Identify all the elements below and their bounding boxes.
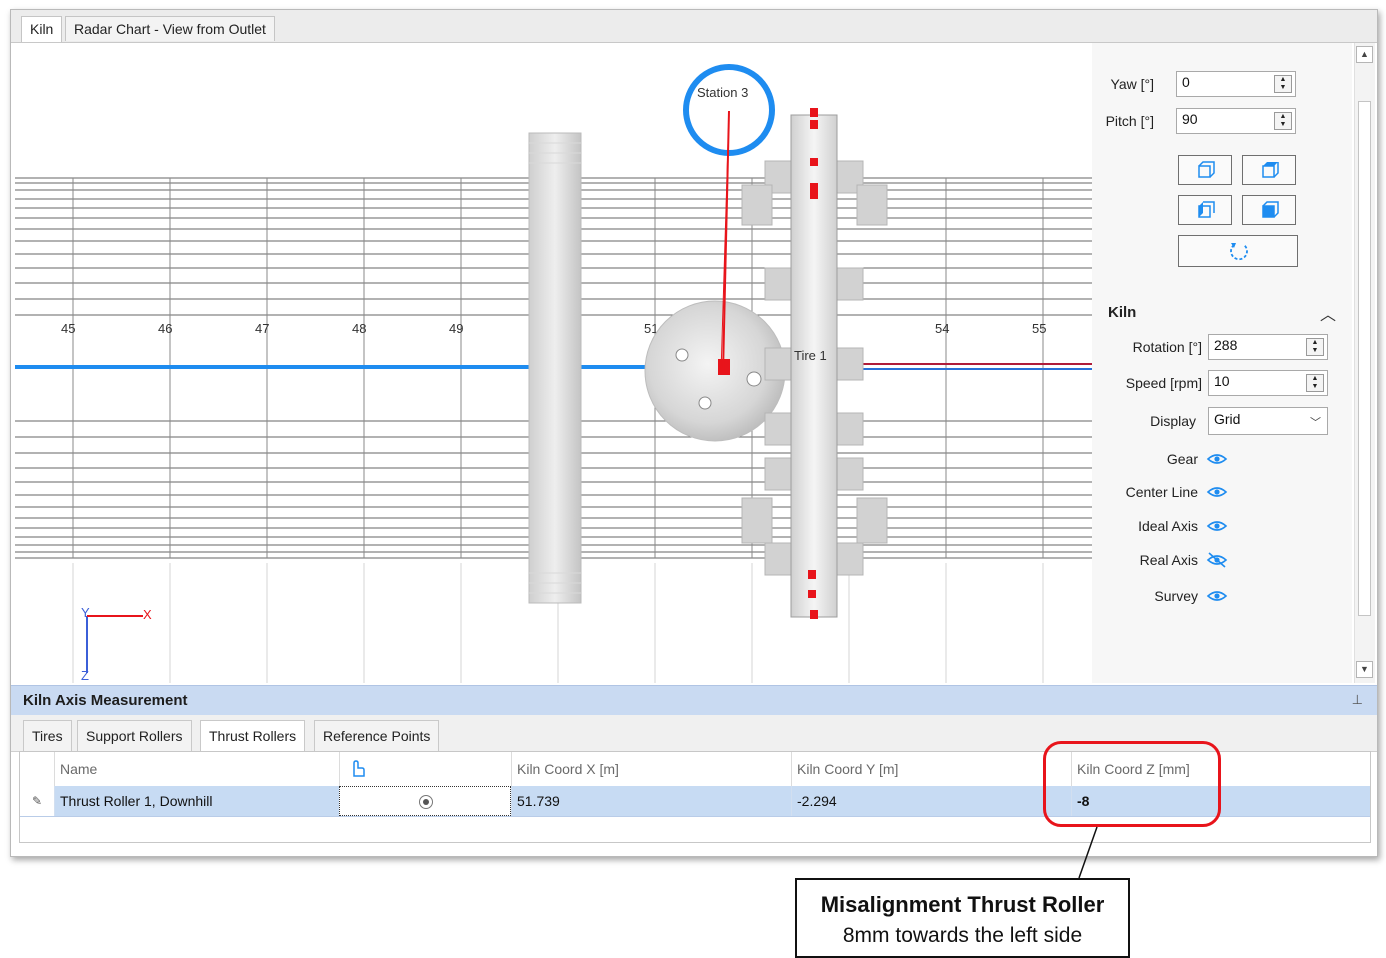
measurement-panel-header: Kiln Axis Measurement ⊥	[11, 685, 1377, 716]
rotate-reset-icon	[1230, 243, 1248, 261]
rotation-input[interactable]	[1209, 335, 1302, 355]
thrust-roller-sphere	[644, 300, 786, 442]
cube-iso-icon	[1262, 201, 1279, 218]
callout-title: Misalignment Thrust Roller	[820, 892, 1105, 917]
axis-triad: Y X Z	[81, 605, 152, 683]
tick-label: 49	[449, 321, 463, 336]
tab-tires[interactable]: Tires	[23, 720, 72, 751]
cell-select[interactable]	[339, 786, 511, 816]
reset-view-button[interactable]	[1178, 235, 1298, 267]
triad-z-label: Z	[81, 668, 89, 683]
highlight-box	[1043, 741, 1221, 827]
tick-label: 55	[1032, 321, 1046, 336]
radio-selected-icon[interactable]	[418, 794, 434, 810]
speed-label: Speed [rpm]	[1125, 375, 1202, 391]
cube-front-icon	[1198, 161, 1215, 178]
tick-label: 47	[255, 321, 269, 336]
scroll-down-button[interactable]: ▼	[1356, 661, 1373, 678]
visibility-label-survey: Survey	[1154, 588, 1198, 604]
kiln-3d-viewport[interactable]: 45 46 47 48 49 51 52 54 55	[15, 43, 1095, 683]
station-label: Station 3	[697, 85, 748, 100]
kiln-section-title: Kiln	[1108, 304, 1137, 321]
hand-pointer-icon	[353, 760, 365, 777]
view-front-button[interactable]	[1178, 155, 1232, 185]
yaw-spinner[interactable]: ▲▼	[1176, 71, 1296, 97]
pitch-spin-arrows[interactable]: ▲ ▼	[1274, 112, 1292, 130]
yaw-spin-arrows[interactable]: ▲ ▼	[1274, 75, 1292, 93]
callout-text: 8mm towards the left side	[842, 924, 1083, 947]
kiln-scene: 45 46 47 48 49 51 52 54 55	[15, 64, 1095, 683]
tab-support-rollers[interactable]: Support Rollers	[77, 720, 192, 751]
column-header-name[interactable]: Name	[54, 752, 339, 786]
column-header-select[interactable]	[339, 752, 511, 786]
display-select[interactable]: Grid ﹀	[1208, 407, 1328, 435]
pitch-label: Pitch [°]	[1105, 113, 1154, 129]
visibility-label-center-line: Center Line	[1125, 484, 1198, 500]
tick-label: 45	[61, 321, 75, 336]
cell-kiln-coord-x[interactable]: 51.739	[511, 786, 791, 816]
rotation-spin-arrows[interactable]: ▲ ▼	[1306, 338, 1324, 356]
visibility-label-gear: Gear	[1166, 451, 1198, 467]
eye-icon[interactable]	[1206, 589, 1228, 603]
speed-spin-arrows[interactable]: ▲ ▼	[1306, 374, 1324, 392]
view-top-button[interactable]	[1242, 155, 1296, 185]
display-select-value: Grid	[1214, 411, 1241, 427]
view-properties-panel: Yaw [°] ▲▼ Pitch [°] ▲▼ Kiln ︿ Rotation …	[1092, 43, 1352, 683]
cube-side-icon	[1198, 201, 1215, 218]
application-window: Kiln Radar Chart - View from Outlet 45 4…	[10, 9, 1378, 857]
tick-label: 48	[352, 321, 366, 336]
cube-top-icon	[1262, 162, 1279, 178]
properties-scrollbar[interactable]: ▲ ▼	[1354, 43, 1375, 683]
tire-label: Tire 1	[794, 348, 827, 363]
column-header-y[interactable]: Kiln Coord Y [m]	[791, 752, 1071, 786]
triad-x-label: X	[143, 607, 152, 622]
tick-label: 46	[158, 321, 172, 336]
view-iso-button[interactable]	[1242, 195, 1296, 225]
annotation-callout: Misalignment Thrust Roller 8mm towards t…	[795, 878, 1130, 958]
scroll-thumb[interactable]	[1358, 101, 1371, 616]
yaw-label: Yaw [°]	[1110, 76, 1154, 92]
rotation-label: Rotation [°]	[1132, 339, 1202, 355]
yaw-input[interactable]	[1177, 72, 1270, 92]
view-tabbar: Kiln Radar Chart - View from Outlet	[11, 10, 1377, 43]
tab-reference-points[interactable]: Reference Points	[314, 720, 440, 751]
view-side-button[interactable]	[1178, 195, 1232, 225]
pitch-input[interactable]	[1177, 109, 1270, 129]
edit-pencil-icon: ✎	[20, 786, 54, 816]
eye-icon[interactable]	[1206, 519, 1228, 533]
gear-ring	[528, 132, 582, 604]
tick-label: 54	[935, 321, 949, 336]
chevron-down-icon: ﹀	[1310, 417, 1321, 429]
speed-spinner[interactable]: ▲▼	[1208, 370, 1328, 396]
pin-icon[interactable]: ⊥	[1352, 692, 1363, 708]
row-indicator-header	[20, 752, 54, 786]
tab-thrust-rollers[interactable]: Thrust Rollers	[200, 720, 306, 752]
tab-radar-chart[interactable]: Radar Chart - View from Outlet	[65, 16, 275, 41]
triad-y-label: Y	[81, 605, 90, 620]
tab-kiln[interactable]: Kiln	[21, 16, 63, 42]
eye-off-icon[interactable]	[1206, 552, 1228, 568]
cell-name[interactable]: Thrust Roller 1, Downhill	[54, 786, 339, 816]
eye-icon[interactable]	[1206, 452, 1228, 466]
collapse-chevron-icon[interactable]: ︿	[1320, 301, 1336, 325]
measurement-panel-title: Kiln Axis Measurement	[23, 692, 188, 709]
visibility-label-real-axis: Real Axis	[1139, 552, 1198, 568]
display-label: Display	[1150, 413, 1196, 429]
scroll-up-button[interactable]: ▲	[1356, 46, 1373, 63]
eye-icon[interactable]	[1206, 485, 1228, 499]
cell-kiln-coord-y[interactable]: -2.294	[791, 786, 1071, 816]
pitch-spinner[interactable]: ▲▼	[1176, 108, 1296, 134]
speed-input[interactable]	[1209, 371, 1302, 391]
rotation-spinner[interactable]: ▲▼	[1208, 334, 1328, 360]
visibility-label-ideal-axis: Ideal Axis	[1138, 518, 1198, 534]
column-header-x[interactable]: Kiln Coord X [m]	[511, 752, 791, 786]
